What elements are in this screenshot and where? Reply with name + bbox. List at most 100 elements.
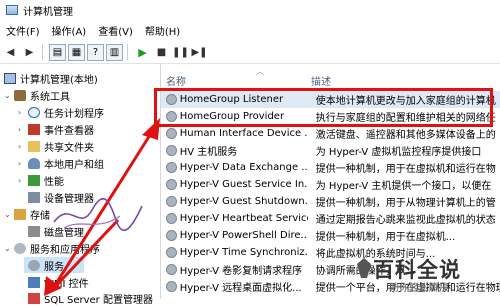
column-header-name[interactable]: 名称 xyxy=(166,73,186,88)
service-gear-icon xyxy=(166,179,177,190)
table-row[interactable]: Hyper-V Guest Service In... 为 Hyper-V 主机… xyxy=(161,176,500,193)
service-gear-icon xyxy=(166,128,177,139)
menu-bar: 文件(F) 操作(A) 查看(V) 帮助(H) xyxy=(0,22,500,39)
chevron-right-icon[interactable]: › xyxy=(18,108,28,117)
service-gear-icon xyxy=(166,213,177,224)
tree-item-wmi[interactable]: WMI 控件 xyxy=(28,274,89,290)
table-row[interactable]: Hyper-V Data Exchange ... 提供一种机制，用于在虚拟机和… xyxy=(161,159,500,176)
service-name: Hyper-V 远程桌面虚拟化... xyxy=(179,283,302,294)
tree-item-local-users[interactable]: › 本地用户和组 xyxy=(18,155,104,171)
tree-item-storage[interactable]: ⌄ 存储 xyxy=(4,206,50,222)
tree-item-label: 性能 xyxy=(44,176,64,188)
tree-item-label: 系统工具 xyxy=(30,91,70,103)
chevron-down-icon[interactable]: ⌄ xyxy=(4,210,14,219)
service-gear-icon xyxy=(166,162,177,173)
service-description: 为 Hyper-V 主机提供一个接口，以便在 xyxy=(315,181,492,192)
navigation-tree: 计算机管理(本地) ⌄ 系统工具 › 任务计划程序 › 事件查看器 › 共享文件… xyxy=(0,64,161,306)
tree-item-label: 服务 xyxy=(44,261,64,273)
disk-icon xyxy=(28,225,40,237)
service-description: 为 Hyper-V 虚拟机监控程序提供接口 xyxy=(315,147,482,158)
column-header-description[interactable]: 描述 xyxy=(311,73,331,88)
service-gear-icon xyxy=(166,145,177,156)
table-row[interactable]: Hyper-V Guest Shutdown... 提供一种机制，用于从物理计算… xyxy=(161,193,500,210)
restart-icon[interactable]: ▶❚ xyxy=(191,44,208,61)
users-icon xyxy=(28,157,40,169)
back-icon[interactable]: ◀ xyxy=(2,44,19,61)
service-description: 提供一种机制，用于在虚拟机和运行在物 xyxy=(315,164,496,175)
service-name: Hyper-V Guest Shutdown... xyxy=(179,196,308,207)
chevron-down-icon[interactable]: ⌄ xyxy=(4,244,14,253)
menu-view[interactable]: 查看(V) xyxy=(92,23,139,38)
clock-icon xyxy=(28,106,40,118)
service-name: Hyper-V PowerShell Dire... xyxy=(179,230,308,241)
computer-icon xyxy=(4,72,16,84)
window-title: 计算机管理 xyxy=(23,6,73,18)
service-description: 提供一种机制，用于从物理计算机上的管 xyxy=(315,198,496,209)
computer-management-icon xyxy=(6,5,18,15)
device-icon xyxy=(28,191,40,203)
tree-item-label: 事件查看器 xyxy=(44,125,94,137)
show-hide-tree-icon[interactable]: ▥ xyxy=(106,43,123,61)
forward-icon[interactable]: ▶ xyxy=(21,44,38,61)
stop-icon[interactable]: ■ xyxy=(153,44,170,61)
service-description: 提供一种机制，用于在虚拟机... xyxy=(315,232,456,243)
tree-item-services[interactable]: 服务 xyxy=(24,257,84,273)
folder-icon xyxy=(28,140,40,152)
start-icon[interactable]: ▶ xyxy=(134,44,151,61)
tree-item-label: 服务和应用程序 xyxy=(30,244,100,256)
menu-help[interactable]: 帮助(H) xyxy=(139,23,186,38)
help-icon[interactable]: ? xyxy=(87,43,104,61)
tree-item-label: 计算机管理(本地) xyxy=(20,74,98,86)
tree-item-performance[interactable]: › 性能 xyxy=(18,172,64,188)
service-gear-icon xyxy=(166,196,177,207)
list-header: ︿ 名称 描述 xyxy=(161,67,500,88)
service-name: HV 主机服务 xyxy=(179,147,238,158)
tree-item-computer-management[interactable]: 计算机管理(本地) xyxy=(4,70,98,86)
toolbar-divider-2 xyxy=(127,44,128,60)
toolbar-divider xyxy=(42,44,43,60)
tree-item-task-scheduler[interactable]: › 任务计划程序 xyxy=(18,104,104,120)
sort-chevron-icon: ︿ xyxy=(256,67,264,76)
sql-icon xyxy=(28,292,40,304)
services-app-icon xyxy=(14,242,26,254)
menu-file[interactable]: 文件(F) xyxy=(0,23,46,38)
service-gear-icon xyxy=(166,264,177,275)
table-row[interactable]: Hyper-V PowerShell Dire... 提供一种机制，用于在虚拟机… xyxy=(161,227,500,244)
watermark-logo-icon xyxy=(357,258,371,278)
chevron-right-icon[interactable]: › xyxy=(18,159,28,168)
menu-action[interactable]: 操作(A) xyxy=(46,23,93,38)
toolbar: ◀ ▶ ▤ ▦ ? ▥ ▶ ■ ❚❚ ▶❚ xyxy=(0,41,500,64)
service-gear-icon xyxy=(166,230,177,241)
service-name: Human Interface Device ... xyxy=(179,128,308,139)
service-name: Hyper-V Heartbeat Service xyxy=(179,213,308,224)
pause-icon[interactable]: ❚❚ xyxy=(172,44,189,61)
tools-icon xyxy=(14,89,26,101)
chevron-right-icon[interactable]: › xyxy=(18,176,28,185)
chevron-right-icon[interactable]: › xyxy=(18,142,28,151)
tree-item-label: 本地用户和组 xyxy=(44,159,104,171)
chevron-down-icon[interactable]: ⌄ xyxy=(4,91,14,100)
tree-item-label: SQL Server 配置管理器 xyxy=(44,294,153,306)
tree-item-services-apps[interactable]: ⌄ 服务和应用程序 xyxy=(4,240,100,256)
wmi-icon xyxy=(28,276,40,288)
tree-item-system-tools[interactable]: ⌄ 系统工具 xyxy=(4,87,70,103)
watermark-subtitle: 助你轻松解决 xyxy=(389,283,449,294)
tree-item-event-viewer[interactable]: › 事件查看器 xyxy=(18,121,94,137)
properties-icon[interactable]: ▦ xyxy=(68,43,85,61)
tree-item-label: 存储 xyxy=(30,210,50,222)
table-row[interactable]: HV 主机服务 为 Hyper-V 虚拟机监控程序提供接口 xyxy=(161,142,500,159)
up-folder-icon[interactable]: ▤ xyxy=(49,43,66,61)
service-description: 通过定期报告心跳来监视此虚拟机的状态 xyxy=(315,215,496,226)
tree-item-label: 任务计划程序 xyxy=(44,108,104,120)
watermark: 百科全说 助你轻松解决 xyxy=(355,250,473,294)
table-row[interactable]: Hyper-V Heartbeat Service 通过定期报告心跳来监视此虚拟… xyxy=(161,210,500,227)
highlight-box xyxy=(154,88,493,127)
service-description: 激活键盘、遥控器和其他多媒体设备上的 xyxy=(315,130,496,141)
service-name: Hyper-V Time Synchroniz... xyxy=(179,247,308,258)
chevron-right-icon[interactable]: › xyxy=(18,125,28,134)
tree-item-sql-server[interactable]: SQL Server 配置管理器 xyxy=(28,290,153,306)
event-icon xyxy=(28,123,40,135)
table-row[interactable]: Human Interface Device ... 激活键盘、遥控器和其他多媒… xyxy=(161,125,500,142)
performance-icon xyxy=(28,174,40,186)
tree-item-shared-folders[interactable]: › 共享文件夹 xyxy=(18,138,94,154)
